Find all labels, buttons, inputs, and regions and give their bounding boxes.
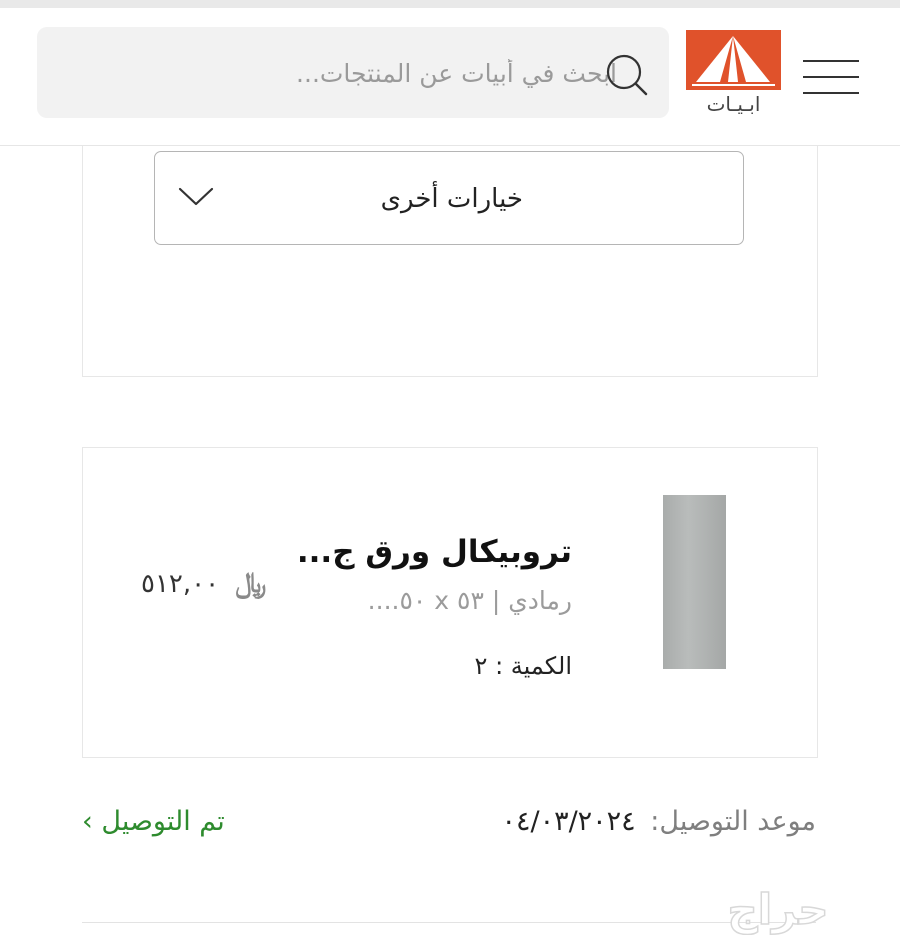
delivery-date: ٠٤/٠٣/٢٠٢٤ [501, 806, 636, 837]
currency-symbol: ﷼ [235, 566, 267, 599]
delivery-label: موعد التوصيل: [650, 806, 816, 837]
product-quantity: الكمية : ٢ [474, 652, 572, 680]
header: ابـيـات [0, 8, 900, 146]
delivery-status-link[interactable]: تم التوصيل › [82, 806, 225, 837]
product-card[interactable]: تروبيكال ورق ج... رمادي | ٥٣ x ٥٠.... ال… [82, 447, 818, 758]
product-variant: رمادي | ٥٣ x ٥٠.... [367, 586, 572, 615]
dropdown-label: خيارات أخرى [380, 184, 523, 214]
delivery-info: موعد التوصيل: ٠٤/٠٣/٢٠٢٤ [501, 806, 816, 837]
price-value: ٥١٢,٠٠ [141, 569, 220, 599]
other-options-dropdown[interactable]: خيارات أخرى [154, 151, 744, 245]
svg-text:حراج: حراج [727, 885, 828, 935]
options-card: خيارات أخرى [82, 146, 818, 377]
search-bar[interactable] [37, 27, 669, 118]
menu-icon[interactable] [803, 60, 859, 100]
product-title[interactable]: تروبيكال ورق ج... [297, 534, 572, 570]
logo-text: ابـيـات [706, 92, 761, 116]
product-image[interactable] [663, 495, 726, 669]
product-price: ﷼ ٥١٢,٠٠ [141, 566, 266, 600]
haraj-watermark: حراج [727, 884, 830, 935]
top-strip [0, 0, 900, 8]
search-input[interactable] [187, 54, 617, 92]
chevron-down-icon [178, 187, 214, 206]
search-icon[interactable] [602, 51, 650, 99]
